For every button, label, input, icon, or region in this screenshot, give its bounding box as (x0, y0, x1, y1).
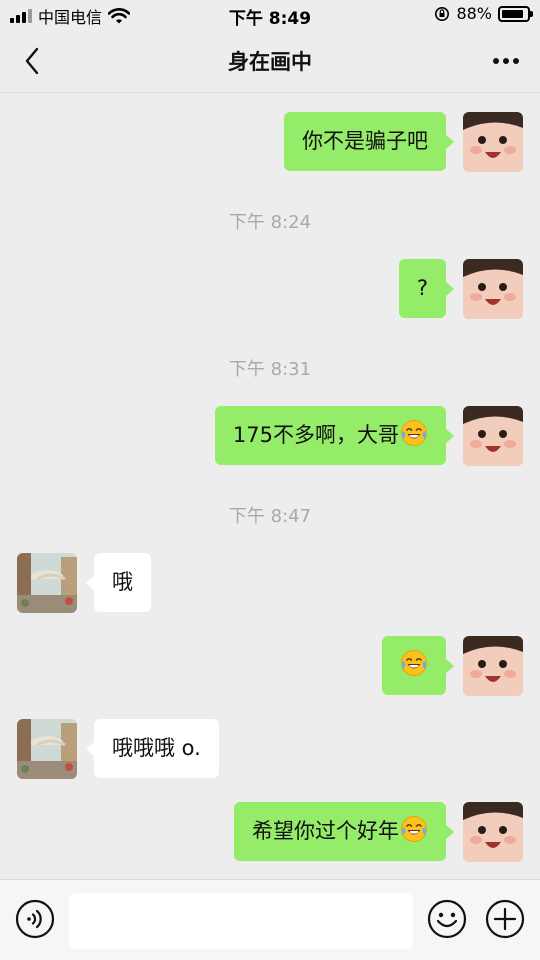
message-row: 希望你过个好年 (0, 802, 540, 862)
back-button[interactable] (16, 44, 48, 78)
input-bar (0, 879, 540, 960)
plus-icon (485, 899, 525, 939)
timestamp: 下午 8:31 (228, 359, 312, 380)
laugh-cry-emoji-icon (400, 419, 428, 447)
smiley-icon (427, 899, 467, 939)
more-dots-icon (493, 58, 519, 64)
message-text: 希望你过个好年 (252, 819, 399, 843)
rotation-lock-icon (435, 6, 450, 21)
message-input[interactable] (69, 893, 413, 949)
message-row: 175不多啊，大哥 (0, 406, 540, 466)
status-right: 88% (434, 4, 533, 23)
message-row: 哦 (0, 553, 540, 613)
contact-avatar[interactable] (17, 553, 77, 613)
message-text: 哦 (112, 570, 133, 594)
chat-area[interactable]: 你不是骗子吧 下午 8:24 ? 下午 8:31 175不多啊，大哥 下午 8:… (0, 93, 540, 879)
message-row: 哦哦哦 o. (0, 719, 540, 779)
laugh-cry-emoji-icon (400, 649, 428, 677)
message-text: 你不是骗子吧 (302, 129, 428, 153)
my-message-bubble[interactable]: ? (398, 259, 455, 318)
chevron-left-icon (25, 47, 39, 75)
my-avatar[interactable] (463, 259, 523, 319)
status-bar: 中国电信 下午 8:49 88% (0, 0, 540, 30)
my-message-bubble[interactable]: 175不多啊，大哥 (214, 406, 455, 465)
battery-percent: 88% (456, 4, 492, 23)
nav-bar: 身在画中 (0, 30, 540, 92)
laugh-cry-emoji-icon (400, 815, 428, 843)
emoji-button[interactable] (427, 899, 467, 939)
more-functions-button[interactable] (485, 899, 525, 939)
timestamp: 下午 8:47 (228, 506, 312, 527)
voice-icon (15, 899, 55, 939)
my-avatar[interactable] (463, 636, 523, 696)
chat-title: 身在画中 (228, 50, 312, 74)
my-avatar[interactable] (463, 802, 523, 862)
battery-fill (502, 9, 524, 18)
my-message-bubble[interactable] (382, 636, 454, 695)
my-message-bubble[interactable]: 你不是骗子吧 (284, 112, 454, 171)
message-text: 175不多啊，大哥 (232, 423, 399, 447)
message-row: ? (0, 259, 540, 319)
my-avatar[interactable] (463, 112, 523, 172)
message-row: 你不是骗子吧 (0, 112, 540, 172)
voice-button[interactable] (15, 899, 55, 939)
contact-message-bubble[interactable]: 哦 (86, 553, 151, 612)
battery-icon (498, 5, 533, 22)
timestamp: 下午 8:24 (228, 212, 312, 233)
my-message-bubble[interactable]: 希望你过个好年 (234, 802, 454, 861)
message-row (0, 636, 540, 696)
message-text: ? (416, 276, 428, 300)
message-text: 哦哦哦 o. (112, 736, 201, 760)
contact-avatar[interactable] (17, 719, 77, 779)
more-button[interactable] (488, 44, 524, 78)
contact-message-bubble[interactable]: 哦哦哦 o. (86, 719, 219, 778)
my-avatar[interactable] (463, 406, 523, 466)
